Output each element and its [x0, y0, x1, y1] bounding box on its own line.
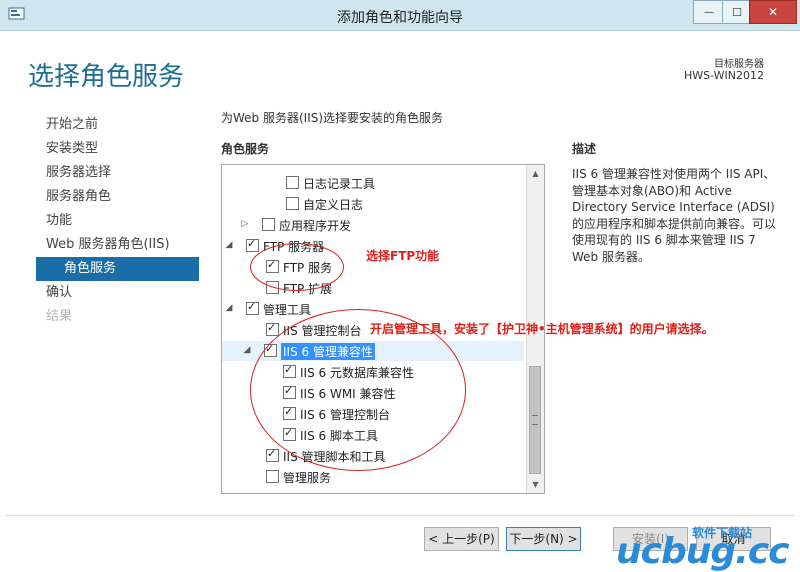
nav-item-web-server-role[interactable]: Web 服务器角色(IIS) — [36, 233, 199, 257]
collapse-icon[interactable]: ◢ — [242, 345, 252, 355]
footer-divider — [6, 515, 794, 516]
checkbox[interactable] — [266, 321, 279, 336]
annotation-ellipse-ftp — [250, 243, 344, 291]
close-button[interactable]: ✕ — [749, 0, 797, 24]
annotation-ftp: 选择FTP功能 — [366, 249, 440, 263]
nav-item-results: 结果 — [46, 309, 73, 324]
nav-item-role-services[interactable]: 角色服务 — [36, 257, 199, 281]
previous-button[interactable]: < 上一步(P) — [424, 527, 499, 551]
scroll-down-icon[interactable]: ▼ — [527, 476, 544, 493]
page-title: 选择角色服务 — [28, 62, 185, 92]
minimize-icon: — — [704, 6, 714, 18]
close-icon: ✕ — [767, 5, 779, 19]
checkbox[interactable] — [286, 197, 299, 210]
checkbox[interactable] — [286, 176, 299, 189]
tree-item[interactable]: 日志记录工具 — [222, 173, 524, 193]
scroll-thumb[interactable] — [529, 366, 541, 474]
nav-item-before-you-begin[interactable]: 开始之前 — [36, 113, 199, 137]
role-services-header: 角色服务 — [221, 142, 270, 156]
nav-item-server-selection[interactable]: 服务器选择 — [36, 161, 199, 185]
collapse-icon[interactable]: ◢ — [224, 303, 234, 313]
collapse-icon[interactable]: ◢ — [224, 240, 234, 250]
checkbox[interactable] — [246, 237, 259, 252]
tree-item[interactable]: 自定义日志 — [222, 194, 524, 214]
nav-item-installation-type[interactable]: 安装类型 — [36, 137, 199, 161]
checkbox[interactable] — [262, 218, 275, 231]
checkbox[interactable] — [266, 470, 279, 483]
maximize-icon: ☐ — [732, 5, 742, 19]
minimize-button[interactable]: — — [693, 0, 725, 24]
grip-icon — [532, 415, 538, 425]
instruction-text: 为Web 服务器(IIS)选择要安装的角色服务 — [221, 111, 444, 125]
destination-server-label: 目标服务器 — [714, 59, 764, 70]
checkbox[interactable] — [266, 447, 279, 462]
destination-server-name: HWS-WIN2012 — [684, 69, 764, 82]
watermark-brand: ucbug.cc — [616, 531, 789, 572]
checkbox[interactable] — [246, 300, 259, 315]
maximize-button[interactable]: ☐ — [722, 0, 752, 24]
nav-item-confirmation[interactable]: 确认 — [36, 281, 199, 305]
annotation-mgmt: 开启管理工具，安装了【护卫神•主机管理系统】的用户请选择。 — [370, 322, 714, 336]
nav-item-features[interactable]: 功能 — [36, 209, 199, 233]
expand-icon[interactable]: ▷ — [240, 219, 250, 229]
nav-item-server-roles[interactable]: 服务器角色 — [36, 185, 199, 209]
window-title: 添加角色和功能向导 — [337, 10, 463, 26]
tree-item[interactable]: ▷ 应用程序开发 — [222, 215, 524, 235]
wizard-content: 选择角色服务 目标服务器 HWS-WIN2012 开始之前 安装类型 服务器选择… — [6, 31, 794, 572]
description-header: 描述 — [572, 142, 597, 156]
scroll-up-icon[interactable]: ▲ — [527, 165, 544, 182]
wizard-nav: 开始之前 安装类型 服务器选择 服务器角色 功能 Web 服务器角色(IIS) … — [36, 113, 199, 329]
next-button[interactable]: 下一步(N) > — [506, 527, 581, 551]
title-bar: 添加角色和功能向导 — ☐ ✕ — [0, 0, 800, 31]
description-text: IIS 6 管理兼容性对使用两个 IIS API、管理基本对象(ABO)和 Ac… — [572, 167, 777, 264]
